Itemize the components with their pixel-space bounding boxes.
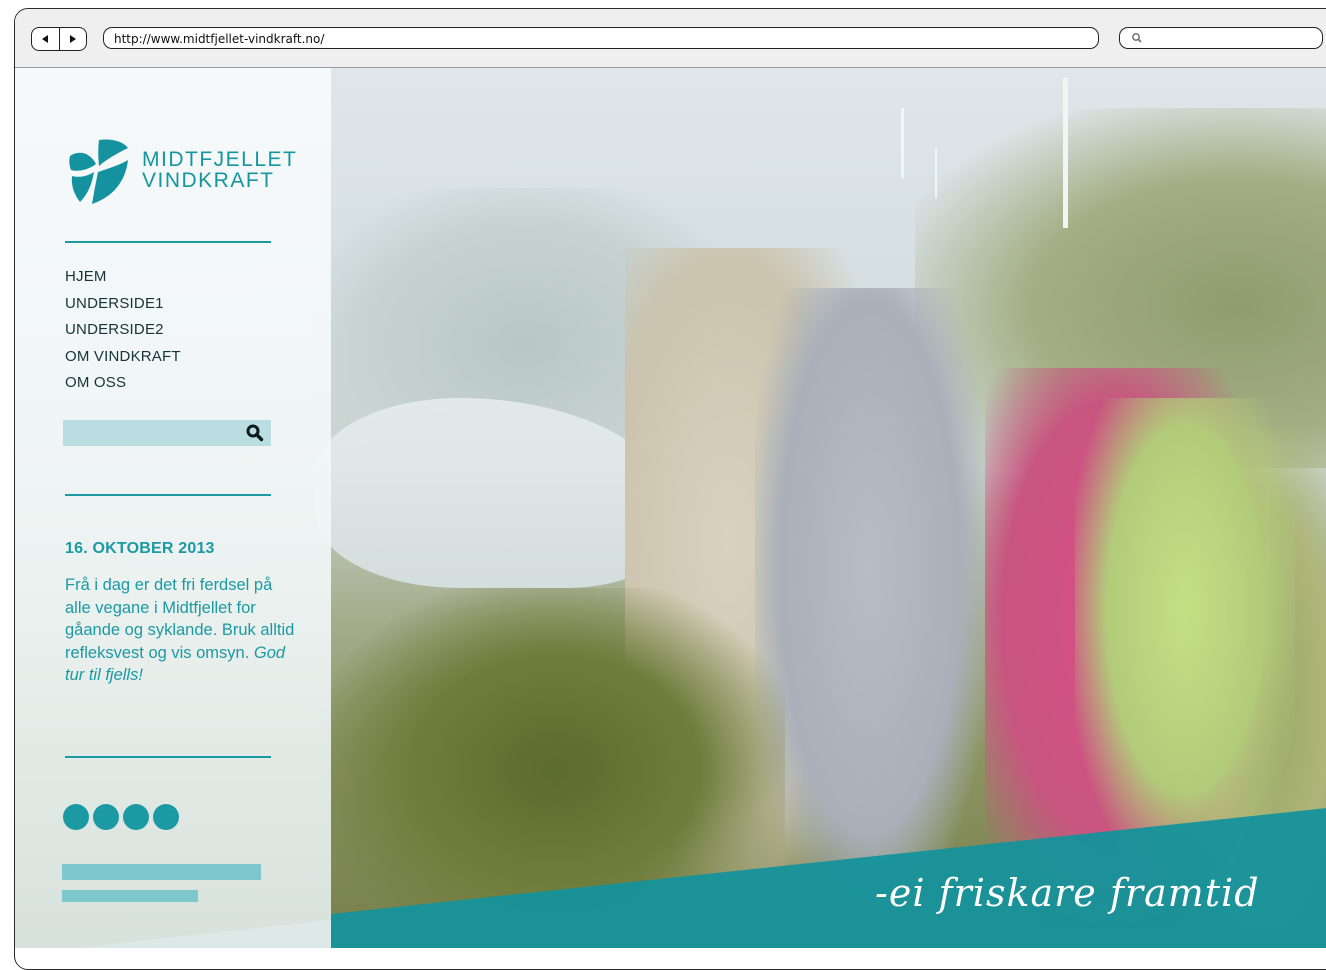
divider [65,241,271,243]
twitter-icon[interactable] [63,804,89,830]
menu-item-om-oss[interactable]: OM OSS [65,370,181,397]
page-content: -ei friskare framtid MIDTFJELLET VINDKRA… [15,68,1326,969]
placeholder-bar [62,890,198,902]
menu-item-underside2[interactable]: UNDERSIDE2 [65,317,181,344]
address-bar[interactable]: http://www.midtfjellet-vindkraft.no/ [103,27,1099,49]
logo-text: MIDTFJELLET VINDKRAFT [142,149,297,191]
search-icon [1132,33,1142,43]
site-search-input[interactable] [63,420,271,446]
browser-window: http://www.midtfjellet-vindkraft.no/ -ei… [14,8,1326,970]
nav-buttons [31,27,87,51]
news-date: 16. OKTOBER 2013 [65,540,215,557]
instagram-icon[interactable] [153,804,179,830]
back-button[interactable] [32,28,59,50]
search-icon[interactable] [246,424,264,442]
sidebar: MIDTFJELLET VINDKRAFT HJEM UNDERSIDE1 UN… [15,68,331,948]
social-links [63,804,179,830]
menu-item-om-vindkraft[interactable]: OM VINDKRAFT [65,344,181,371]
tagline: -ei friskare framtid [875,871,1260,915]
arrow-left-icon [42,35,49,43]
logo-line1: MIDTFJELLET [142,148,298,171]
placeholder-bar [62,864,261,880]
divider [65,756,271,758]
logo-line2: VINDKRAFT [142,169,275,192]
facebook-icon[interactable] [123,804,149,830]
divider [65,494,271,496]
menu-item-underside1[interactable]: UNDERSIDE1 [65,291,181,318]
browser-search-field[interactable] [1119,27,1323,49]
site-logo[interactable]: MIDTFJELLET VINDKRAFT [68,134,297,206]
forward-button[interactable] [58,28,87,50]
news-text: Frå i dag er det fri ferdsel på alle veg… [65,574,295,687]
main-menu: HJEM UNDERSIDE1 UNDERSIDE2 OM VINDKRAFT … [65,264,181,397]
logo-mark-icon [69,139,128,204]
arrow-right-icon [69,35,76,43]
vimeo-icon[interactable] [93,804,119,830]
menu-item-hjem[interactable]: HJEM [65,264,181,291]
browser-toolbar: http://www.midtfjellet-vindkraft.no/ [15,9,1326,68]
